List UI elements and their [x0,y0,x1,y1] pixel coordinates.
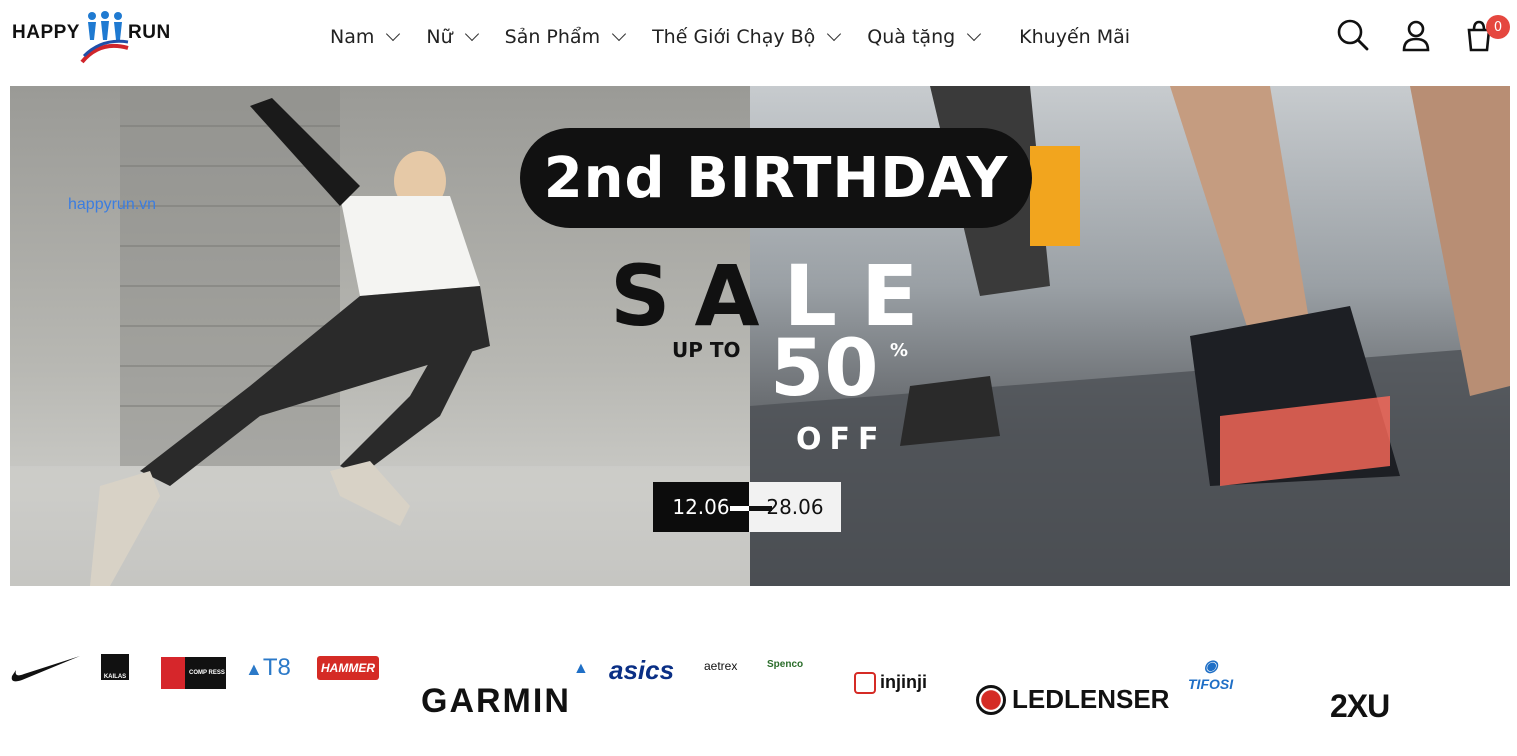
date-separator-dark [749,506,772,511]
ledlenser-dot-icon [976,684,1006,715]
brand-label: 2XU [1330,688,1390,724]
account-button[interactable] [1399,18,1435,54]
site-header: HAPPY RUN Nam Nữ Sản Phẩm Thế Giới Chạy … [0,0,1517,86]
logo-text-happy: HAPPY [12,22,80,43]
brand-t8[interactable]: ▲T8 [245,654,291,682]
nav-label: Nữ [426,26,453,48]
nav-item-san-pham[interactable]: Sản Phẩm [504,26,627,48]
brand-label: Spenco [767,659,804,670]
chevron-down-icon [464,26,479,42]
brand-hammer[interactable]: HAMMER [317,656,379,680]
nav-label: Khuyến Mãi [1019,26,1131,48]
user-icon [1402,20,1430,52]
brand-tifosi[interactable]: ◉ TIFOSI [1188,656,1233,692]
discount-percent: 50 [770,324,879,414]
search-icon [1337,19,1369,51]
brand-label: LEDLENSER [1012,684,1170,714]
site-logo[interactable]: HAPPY RUN [10,6,178,68]
triangle-icon: ▲ [245,659,263,679]
brand-label: GARMIN [421,682,571,720]
brand-ledlenser[interactable]: LEDLENSER [976,684,1169,715]
search-button[interactable] [1336,18,1372,54]
brand-label: HAMMER [321,661,375,675]
nav-label: Quà tặng [867,26,956,48]
tifosi-mark-icon: ◉ [1203,658,1218,675]
watermark-text: happyrun.vn [68,196,157,213]
brand-label: COMP RESS PORT [189,670,244,676]
chevron-down-icon [967,26,982,42]
brand-label: injinji [880,672,927,692]
brand-label: T8 [262,654,291,681]
triangle-icon: ▲ [573,660,591,677]
nav-label: Thế Giới Chạy Bộ [652,26,816,48]
brand-spenco[interactable]: Spenco [767,659,803,670]
chevron-down-icon [612,26,627,42]
brand-label: asics [609,655,675,685]
sale-text-dark: SA [610,247,784,345]
runners-logo-icon [80,11,129,64]
brand-compressport[interactable]: COMP RESS PORT [161,657,244,689]
injinji-mark-icon [854,672,876,695]
brand-injinji[interactable]: injinji [854,672,927,695]
nav-item-qua-tang[interactable]: Quà tặng [867,26,982,48]
chevron-down-icon [386,26,401,42]
brand-aetrex[interactable]: aetrex [704,659,737,673]
main-nav: Nam Nữ Sản Phẩm Thế Giới Chạy Bộ Quà tặn… [330,22,1130,52]
birthday-headline: 2nd BIRTHDAY [520,128,1032,228]
percent-sign: % [890,340,909,361]
brand-label: aetrex [704,659,738,673]
logo-text-run: RUN [128,22,171,43]
nav-item-khuyen-mai[interactable]: Khuyến Mãi [1019,26,1130,48]
brand-2xu[interactable]: 2XU [1330,688,1390,725]
nav-item-the-gioi-chay-bo[interactable]: Thế Giới Chạy Bộ [652,26,842,48]
nav-item-nam[interactable]: Nam [330,26,401,48]
brand-kailas[interactable]: KAILAS [101,654,129,680]
brand-asics[interactable]: asics [609,655,674,686]
chevron-down-icon [827,26,842,42]
nav-item-nu[interactable]: Nữ [426,26,479,48]
brand-logos-row: KAILAS COMP RESS PORT ▲T8 HAMMER ▲ GARMI… [0,640,1517,750]
promo-banner[interactable]: happyrun.vn 2nd BIRTHDAY SALE UP TO 50 %… [10,86,1510,586]
nav-label: Sản Phẩm [504,26,601,48]
brand-label: KAILAS [103,674,127,680]
nike-logo-icon[interactable] [10,654,82,684]
off-label: OFF [796,422,887,457]
brand-label: TIFOSI [1188,676,1234,692]
nav-label: Nam [330,26,375,48]
up-to-label: UP TO [672,338,741,362]
brand-garmin[interactable]: ▲ GARMIN [421,660,589,721]
cart-count-badge: 0 [1486,15,1510,39]
